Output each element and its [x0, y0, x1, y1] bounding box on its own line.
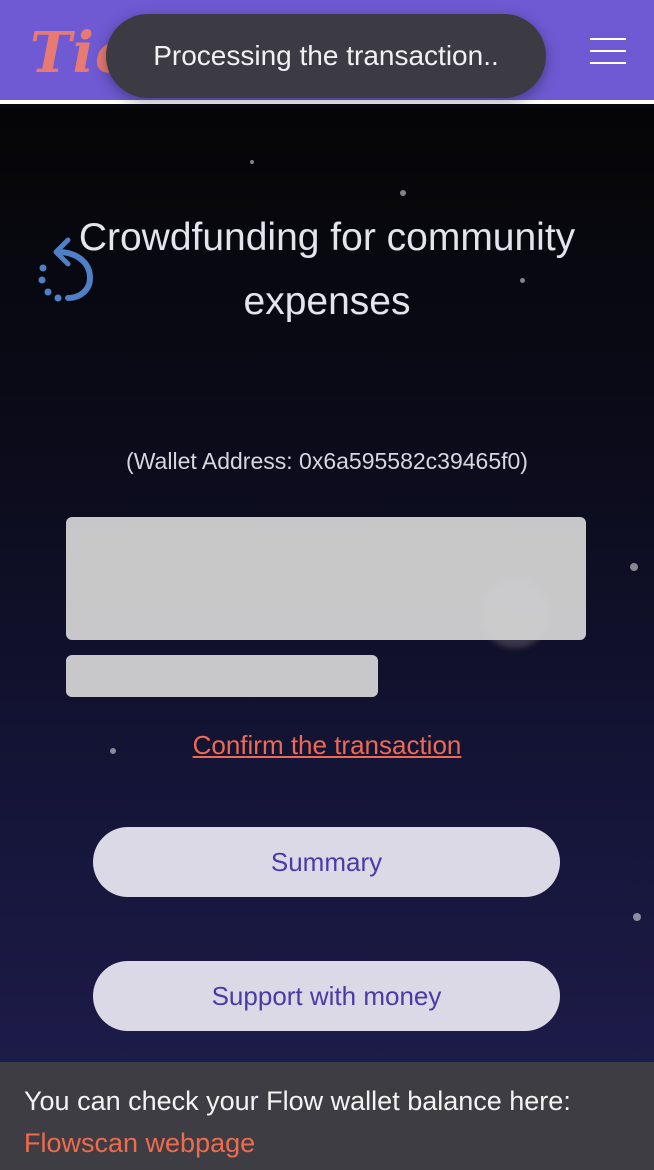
menu-bar	[590, 62, 626, 64]
background-star	[630, 563, 638, 571]
background-star	[250, 160, 254, 164]
banner-text: You can check your Flow wallet balance h…	[24, 1086, 571, 1116]
flowscan-link[interactable]: Flowscan webpage	[24, 1122, 630, 1164]
wallet-balance-banner: You can check your Flow wallet balance h…	[0, 1062, 654, 1170]
campaign-title: Crowdfunding for community expenses	[78, 216, 576, 323]
blurred-amount-field[interactable]	[66, 517, 586, 640]
menu-bar	[590, 38, 626, 40]
support-with-money-button[interactable]: Support with money	[93, 961, 560, 1031]
wallet-address: (Wallet Address: 0x6a595582c39465f0)	[126, 448, 528, 474]
app-header: Tickets Processing the transaction..	[0, 0, 654, 104]
blurred-secondary-field[interactable]	[66, 655, 378, 697]
confirm-transaction-link[interactable]: Confirm the transaction	[0, 730, 654, 761]
hamburger-menu-icon[interactable]	[590, 38, 626, 64]
processing-toast: Processing the transaction..	[106, 14, 546, 98]
main-content: Crowdfunding for community expenses (Wal…	[0, 108, 654, 1062]
summary-button[interactable]: Summary	[93, 827, 560, 897]
background-star	[400, 190, 406, 196]
background-star	[633, 913, 641, 921]
menu-bar	[590, 50, 626, 52]
